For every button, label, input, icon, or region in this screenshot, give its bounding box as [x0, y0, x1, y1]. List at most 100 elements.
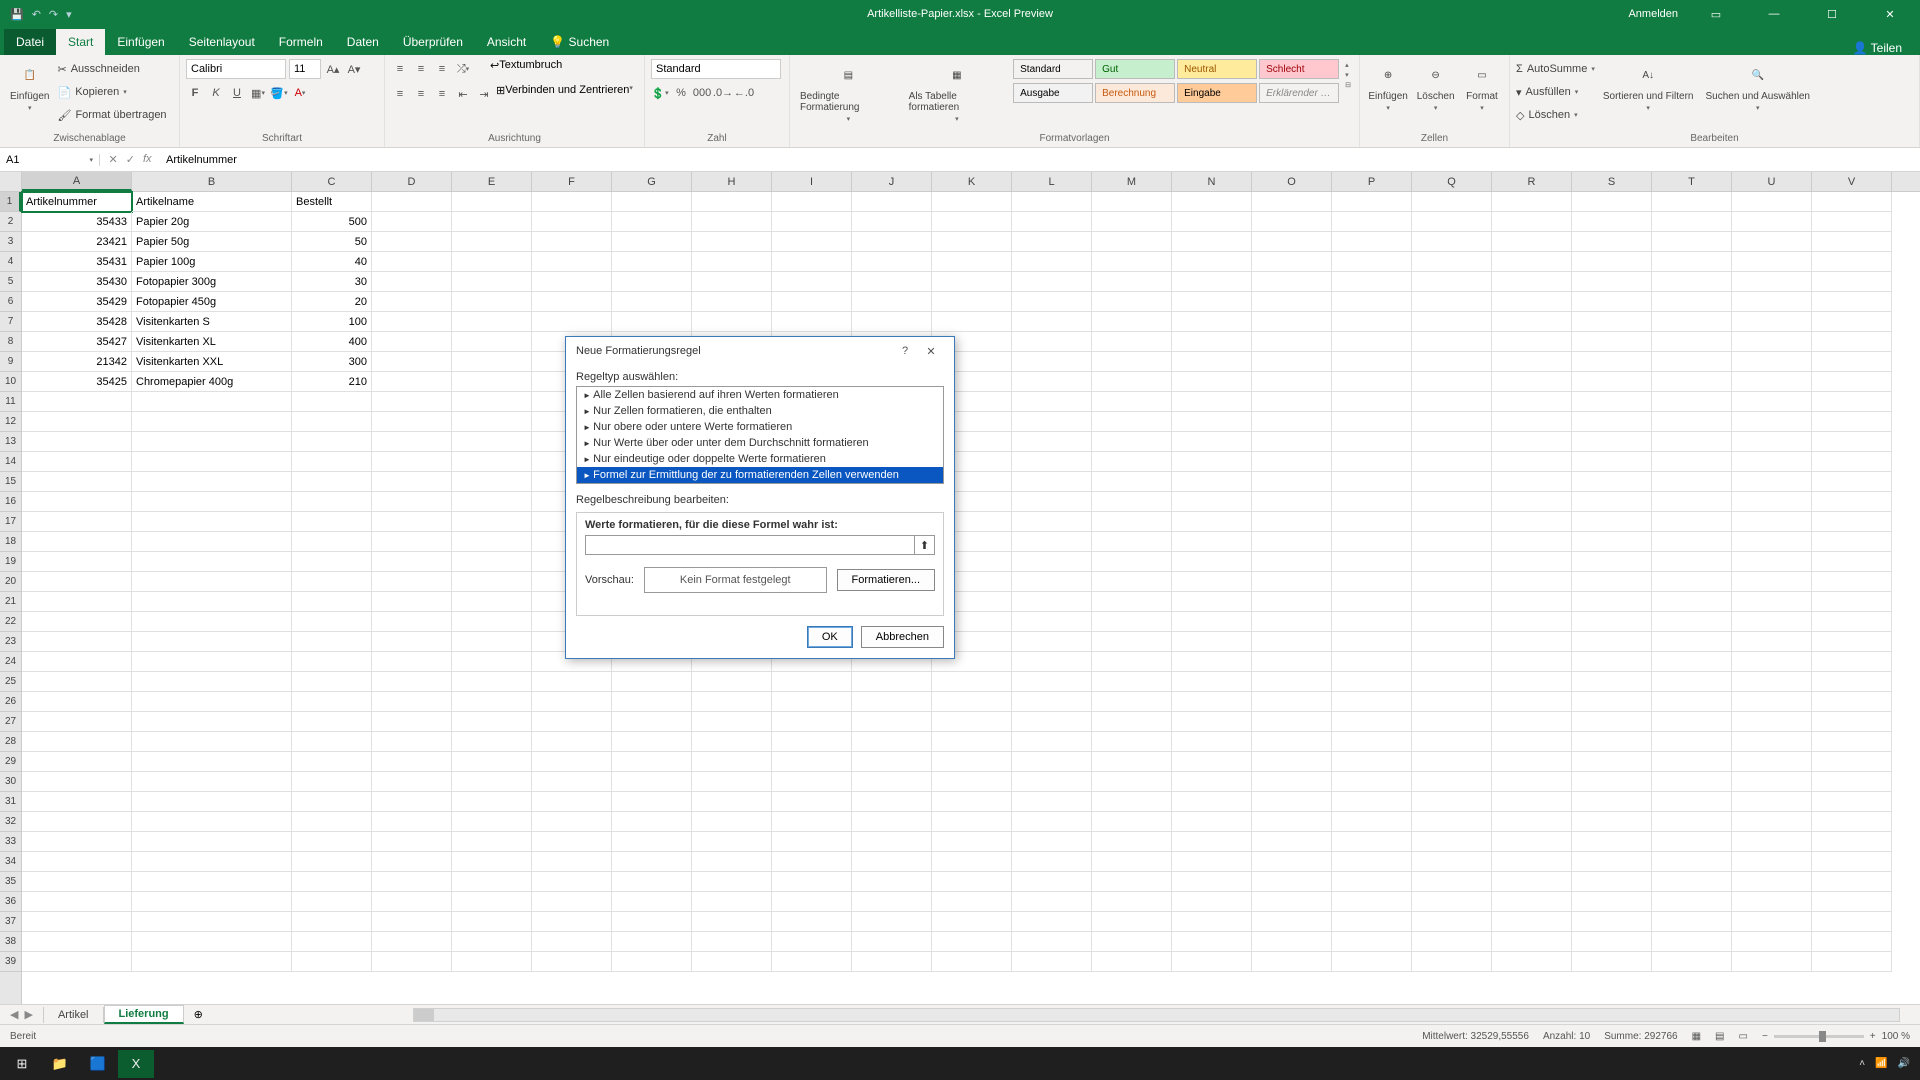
cell[interactable]	[1172, 752, 1252, 772]
cell[interactable]	[1412, 412, 1492, 432]
cell[interactable]	[1332, 452, 1412, 472]
cell[interactable]	[1012, 912, 1092, 932]
row-header[interactable]: 24	[0, 652, 21, 672]
cell[interactable]	[1332, 872, 1412, 892]
cell[interactable]	[372, 812, 452, 832]
cell[interactable]	[1252, 212, 1332, 232]
cell[interactable]	[612, 952, 692, 972]
cell[interactable]	[452, 512, 532, 532]
cell[interactable]	[1812, 712, 1892, 732]
border-button[interactable]: ▦▾	[249, 84, 267, 102]
cell[interactable]	[1252, 692, 1332, 712]
cell[interactable]	[1652, 912, 1732, 932]
cell[interactable]	[1012, 732, 1092, 752]
cell[interactable]	[1332, 412, 1412, 432]
cell[interactable]	[1012, 752, 1092, 772]
cell[interactable]	[1812, 412, 1892, 432]
cell[interactable]	[1572, 732, 1652, 752]
cell[interactable]	[1732, 632, 1812, 652]
cell[interactable]	[1492, 212, 1572, 232]
column-header-C[interactable]: C	[292, 172, 372, 191]
cell[interactable]	[452, 452, 532, 472]
tab-search[interactable]: 💡 Suchen	[538, 29, 621, 55]
cell[interactable]	[1092, 692, 1172, 712]
cell[interactable]	[1652, 412, 1732, 432]
cell[interactable]	[132, 632, 292, 652]
cell[interactable]	[1092, 792, 1172, 812]
cell[interactable]	[132, 572, 292, 592]
cell[interactable]	[452, 472, 532, 492]
cell[interactable]	[292, 652, 372, 672]
cell[interactable]	[452, 572, 532, 592]
font-size-input[interactable]	[289, 59, 321, 79]
cell[interactable]	[1092, 652, 1172, 672]
cell[interactable]	[532, 932, 612, 952]
tab-file[interactable]: Datei	[4, 29, 56, 55]
cell[interactable]	[612, 692, 692, 712]
cell[interactable]: 20	[292, 292, 372, 312]
cell[interactable]	[372, 672, 452, 692]
align-middle-icon[interactable]: ≡	[412, 60, 430, 78]
cell[interactable]	[532, 752, 612, 772]
cell[interactable]	[1492, 812, 1572, 832]
cell[interactable]	[452, 712, 532, 732]
cell[interactable]	[932, 732, 1012, 752]
column-header-V[interactable]: V	[1812, 172, 1892, 191]
cell[interactable]	[1572, 432, 1652, 452]
cell[interactable]	[1412, 312, 1492, 332]
format-button[interactable]: Formatieren...	[837, 569, 935, 591]
cell[interactable]	[1412, 732, 1492, 752]
cell[interactable]	[1012, 932, 1092, 952]
cell[interactable]	[1172, 672, 1252, 692]
cell[interactable]	[1652, 312, 1732, 332]
cell[interactable]: Papier 100g	[132, 252, 292, 272]
cell[interactable]	[1652, 952, 1732, 972]
name-box[interactable]: A1▾	[0, 154, 100, 166]
cell[interactable]	[612, 832, 692, 852]
cell[interactable]	[132, 772, 292, 792]
cell[interactable]	[692, 892, 772, 912]
cell[interactable]	[772, 232, 852, 252]
cell[interactable]	[1092, 292, 1172, 312]
cell[interactable]	[22, 872, 132, 892]
cell[interactable]	[1572, 472, 1652, 492]
cell[interactable]	[532, 772, 612, 792]
row-header[interactable]: 31	[0, 792, 21, 812]
comma-icon[interactable]: 000	[693, 84, 711, 102]
cell[interactable]	[1252, 352, 1332, 372]
cell[interactable]	[692, 272, 772, 292]
cell[interactable]	[372, 932, 452, 952]
cell[interactable]	[132, 692, 292, 712]
cell[interactable]	[1732, 592, 1812, 612]
cell[interactable]	[1172, 592, 1252, 612]
cell[interactable]	[372, 372, 452, 392]
cell[interactable]	[1252, 192, 1332, 212]
cell[interactable]	[372, 712, 452, 732]
cell[interactable]	[1812, 572, 1892, 592]
align-center-icon[interactable]: ≡	[412, 85, 430, 103]
cell[interactable]	[1572, 552, 1652, 572]
horizontal-scrollbar[interactable]	[413, 1008, 1900, 1022]
cell[interactable]	[132, 852, 292, 872]
conditional-formatting-button[interactable]: ▤ Bedingte Formatierung▾	[796, 59, 901, 125]
cell[interactable]	[772, 212, 852, 232]
cell[interactable]	[1012, 572, 1092, 592]
cell[interactable]	[1252, 612, 1332, 632]
cell[interactable]	[612, 712, 692, 732]
cell[interactable]	[1172, 852, 1252, 872]
cell[interactable]	[22, 812, 132, 832]
rule-type-option[interactable]: Nur Werte über oder unter dem Durchschni…	[577, 435, 943, 451]
cell[interactable]	[1572, 632, 1652, 652]
cell[interactable]	[852, 272, 932, 292]
align-top-icon[interactable]: ≡	[391, 60, 409, 78]
row-header[interactable]: 23	[0, 632, 21, 652]
cell[interactable]	[1332, 812, 1412, 832]
cell[interactable]	[1732, 752, 1812, 772]
cell[interactable]	[532, 692, 612, 712]
cell[interactable]	[22, 432, 132, 452]
cell[interactable]	[1572, 712, 1652, 732]
taskbar-excel-icon[interactable]: X	[118, 1050, 154, 1078]
cell[interactable]	[132, 912, 292, 932]
cell[interactable]: Artikelname	[132, 192, 292, 212]
cell[interactable]	[1332, 232, 1412, 252]
